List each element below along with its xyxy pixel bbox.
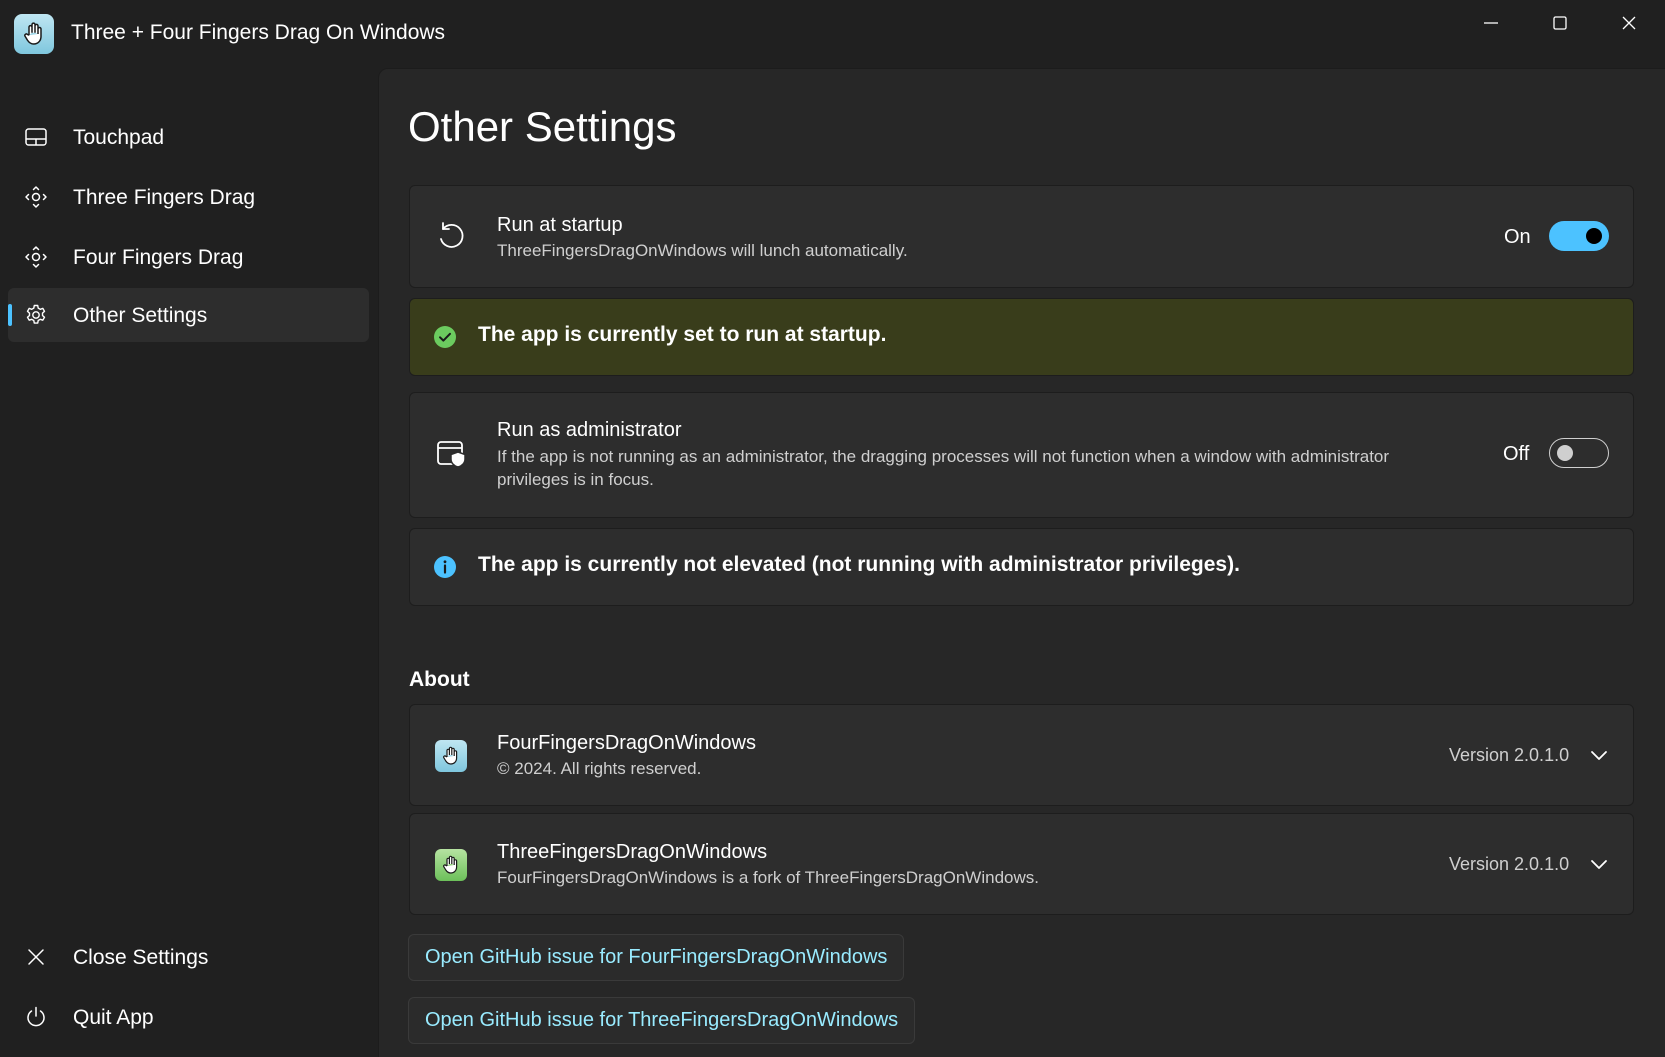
sidebar: Touchpad Three Fingers Drag Four Fingers… bbox=[0, 68, 378, 1057]
quit-app-label: Quit App bbox=[73, 1006, 154, 1029]
page-title: Other Settings bbox=[408, 103, 677, 150]
admin-shield-icon bbox=[437, 441, 466, 468]
restart-icon bbox=[440, 222, 464, 248]
run-as-administrator-toggle[interactable] bbox=[1549, 438, 1609, 468]
close-icon bbox=[1622, 16, 1635, 30]
toggle-knob bbox=[1586, 228, 1602, 244]
maximize-button[interactable] bbox=[1525, 0, 1594, 46]
gear-icon bbox=[26, 304, 46, 324]
about-app-card-three-fingers[interactable]: ThreeFingersDragOnWindows FourFingersDra… bbox=[409, 813, 1634, 915]
startup-status-infobar: The app is currently set to run at start… bbox=[409, 298, 1634, 376]
sidebar-item-three-fingers-drag[interactable]: Three Fingers Drag bbox=[8, 170, 369, 224]
about-heading: About bbox=[409, 668, 470, 691]
settings-window: Three + Four Fingers Drag On Windows Tou… bbox=[0, 0, 1665, 1057]
app-hand-icon bbox=[14, 14, 54, 54]
sidebar-item-label: Four Fingers Drag bbox=[73, 246, 244, 269]
touchpad-icon bbox=[25, 128, 47, 146]
admin-status-infobar: The app is currently not elevated (not r… bbox=[409, 528, 1634, 606]
window-title: Three + Four Fingers Drag On Windows bbox=[71, 21, 446, 44]
content-pane: Other Settings Run at startup ThreeFinge… bbox=[378, 68, 1665, 1057]
run-as-administrator-description-line2: privileges is in focus. bbox=[497, 470, 654, 489]
run-as-administrator-description-line1: If the app is not running as an administ… bbox=[497, 447, 1390, 466]
run-as-administrator-card: Run as administrator If the app is not r… bbox=[409, 392, 1634, 518]
github-issue-four-fingers-link[interactable]: Open GitHub issue for FourFingersDragOnW… bbox=[408, 934, 905, 981]
startup-toggle-label: On bbox=[1504, 226, 1531, 248]
run-as-administrator-title: Run as administrator bbox=[497, 419, 682, 441]
selection-indicator bbox=[8, 304, 12, 326]
minimize-icon bbox=[1483, 22, 1498, 24]
sidebar-item-touchpad[interactable]: Touchpad bbox=[8, 110, 369, 164]
close-settings-button[interactable]: Close Settings bbox=[8, 930, 369, 984]
drag-move-icon bbox=[25, 246, 47, 268]
github-issue-three-fingers-link[interactable]: Open GitHub issue for ThreeFingersDragOn… bbox=[408, 997, 916, 1044]
chevron-down-icon[interactable] bbox=[1589, 854, 1609, 874]
run-at-startup-card: Run at startup ThreeFingersDragOnWindows… bbox=[409, 185, 1634, 288]
sidebar-item-label: Three Fingers Drag bbox=[73, 186, 256, 209]
sidebar-item-four-fingers-drag[interactable]: Four Fingers Drag bbox=[8, 230, 369, 284]
close-icon bbox=[28, 949, 44, 965]
title-bar: Three + Four Fingers Drag On Windows bbox=[0, 0, 1665, 68]
about-app-version: Version 2.0.1.0 bbox=[1449, 854, 1570, 874]
sidebar-item-label: Touchpad bbox=[73, 126, 165, 149]
startup-status-text: The app is currently set to run at start… bbox=[478, 323, 887, 346]
chevron-down-icon[interactable] bbox=[1589, 745, 1609, 765]
toggle-knob bbox=[1557, 445, 1573, 461]
run-at-startup-title: Run at startup bbox=[497, 214, 623, 236]
about-app-card-four-fingers[interactable]: FourFingersDragOnWindows © 2024. All rig… bbox=[409, 704, 1634, 806]
four-fingers-app-icon bbox=[435, 740, 467, 772]
close-window-button[interactable] bbox=[1594, 0, 1663, 46]
admin-toggle-label: Off bbox=[1503, 443, 1530, 465]
drag-move-icon bbox=[25, 186, 47, 208]
about-app-subtitle: © 2024. All rights reserved. bbox=[497, 759, 702, 778]
about-app-version: Version 2.0.1.0 bbox=[1449, 745, 1570, 765]
about-app-name: ThreeFingersDragOnWindows bbox=[497, 841, 768, 863]
info-icon bbox=[434, 556, 456, 578]
about-app-subtitle: FourFingersDragOnWindows is a fork of Th… bbox=[497, 868, 1039, 887]
close-settings-label: Close Settings bbox=[73, 946, 209, 969]
power-icon bbox=[27, 1006, 45, 1027]
about-app-name: FourFingersDragOnWindows bbox=[497, 732, 756, 754]
sidebar-item-other-settings[interactable]: Other Settings bbox=[8, 288, 369, 342]
run-at-startup-toggle[interactable] bbox=[1549, 221, 1609, 251]
three-fingers-app-icon bbox=[435, 849, 467, 881]
admin-status-text: The app is currently not elevated (not r… bbox=[478, 553, 1240, 576]
minimize-button[interactable] bbox=[1456, 0, 1525, 46]
sidebar-item-label: Other Settings bbox=[73, 304, 208, 327]
quit-app-button[interactable]: Quit App bbox=[8, 990, 369, 1044]
maximize-icon bbox=[1552, 16, 1567, 30]
success-check-icon bbox=[434, 326, 456, 348]
run-at-startup-description: ThreeFingersDragOnWindows will lunch aut… bbox=[497, 241, 908, 260]
